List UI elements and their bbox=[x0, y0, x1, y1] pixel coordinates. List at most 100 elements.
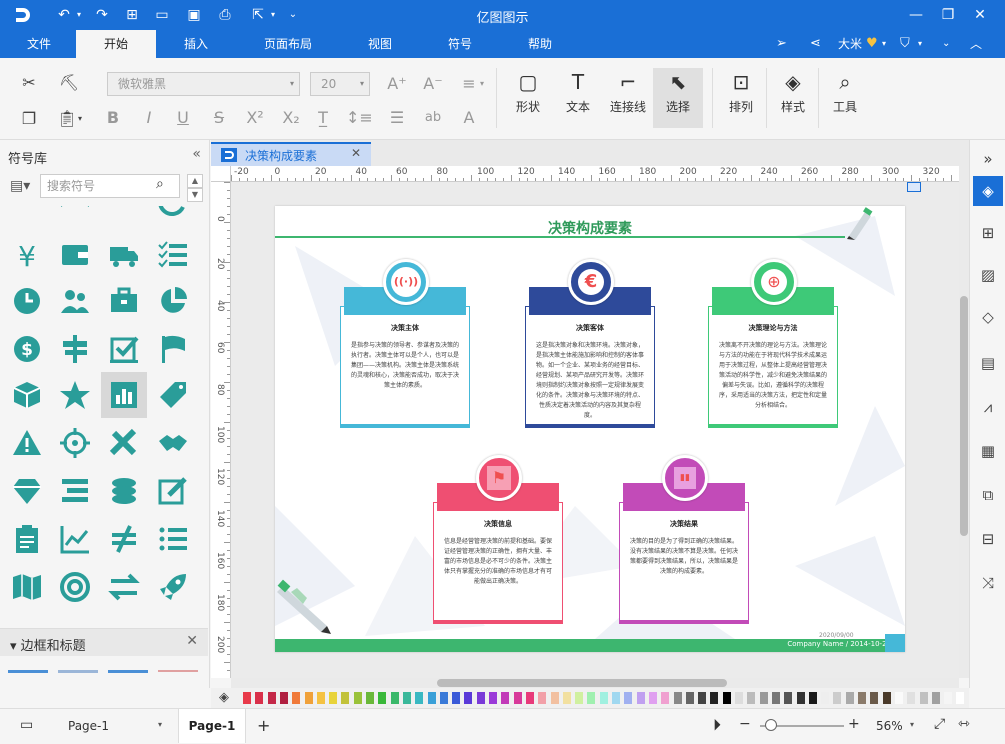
wallet-icon[interactable] bbox=[52, 232, 98, 278]
list-icon[interactable] bbox=[150, 516, 196, 562]
tab-symbol[interactable]: 符号 bbox=[436, 30, 484, 58]
shuffle-icon[interactable]: ⤨ bbox=[973, 568, 1003, 598]
color-swatch[interactable] bbox=[378, 692, 387, 704]
handshake-deal-icon[interactable] bbox=[150, 420, 196, 466]
color-swatch[interactable] bbox=[821, 692, 830, 704]
skin-icon[interactable]: ⛉ bbox=[900, 34, 910, 54]
card-2[interactable]: € 决策客体 这是指决策对象和决策环境。决策对象，是指决策主体能施加影响和控制的客体… bbox=[525, 259, 655, 428]
tab-file[interactable]: 文件 bbox=[14, 30, 64, 58]
card-4[interactable]: ⚑ 决策信息 信息是经营管理决策的前提和基础。要保证经营管理决策的正确性，拥有大量、… bbox=[433, 455, 563, 624]
page-select-dropdown-icon[interactable]: ▾ bbox=[158, 720, 162, 729]
redo-icon[interactable]: ↷ bbox=[92, 6, 112, 24]
play-icon[interactable]: ⏵ bbox=[713, 715, 721, 735]
border-preview[interactable] bbox=[158, 670, 198, 672]
color-swatch[interactable] bbox=[870, 692, 879, 704]
color-swatch[interactable] bbox=[513, 692, 522, 704]
font-size-select[interactable]: 20 ▾ bbox=[310, 72, 370, 96]
export-dropdown-icon[interactable]: ▾ bbox=[268, 6, 278, 24]
truck-icon[interactable] bbox=[101, 232, 147, 278]
card-3[interactable]: ⊕ 决策理论与方法 决策离不开决策的理论与方法。决策理论与方法的功能在于将现代科学技… bbox=[708, 259, 838, 428]
theme-grid-icon[interactable]: ⊞ bbox=[973, 218, 1003, 248]
undo-icon[interactable]: ↶ bbox=[54, 6, 74, 24]
color-swatch[interactable] bbox=[808, 692, 817, 704]
close-section-icon[interactable]: ✕ bbox=[186, 633, 198, 649]
color-swatch[interactable] bbox=[562, 692, 571, 704]
page-tab[interactable]: Page-1 bbox=[178, 709, 246, 743]
color-swatch[interactable] bbox=[329, 692, 338, 704]
open-folder-icon[interactable]: ▭ bbox=[152, 6, 172, 24]
subscript-icon[interactable]: X₂ bbox=[278, 105, 304, 131]
color-swatch[interactable] bbox=[587, 692, 596, 704]
checklist-icon[interactable] bbox=[150, 232, 196, 278]
coins-icon[interactable] bbox=[101, 468, 147, 514]
border-preview[interactable] bbox=[58, 670, 98, 673]
zoom-out-icon[interactable]: − bbox=[739, 716, 751, 732]
not-equal-icon[interactable] bbox=[101, 516, 147, 562]
library-scroll-down-icon[interactable]: ▼ bbox=[187, 188, 203, 202]
new-file-icon[interactable]: ⊞ bbox=[122, 6, 142, 24]
color-swatch[interactable] bbox=[501, 692, 510, 704]
settings-dropdown-icon[interactable]: ⌄ bbox=[942, 34, 950, 54]
color-swatch[interactable] bbox=[722, 692, 731, 704]
horizontal-scrollbar[interactable] bbox=[231, 678, 959, 688]
warning-icon[interactable] bbox=[4, 420, 50, 466]
undo-dropdown-icon[interactable]: ▾ bbox=[74, 6, 84, 24]
clock-icon[interactable] bbox=[4, 278, 50, 324]
dollar-icon[interactable]: $ bbox=[4, 326, 50, 372]
vertical-scroll-thumb[interactable] bbox=[960, 296, 968, 536]
tab-page-layout[interactable]: 页面布局 bbox=[254, 30, 322, 58]
color-swatch[interactable] bbox=[452, 692, 461, 704]
tag-icon[interactable] bbox=[150, 372, 196, 418]
tools-icon[interactable] bbox=[101, 420, 147, 466]
card-5[interactable]: ▮▮ 决策结果 决策的目的是为了得到正确的决策结果。没有决策结果的决策不算是决策。任… bbox=[619, 455, 749, 624]
align-icon[interactable] bbox=[52, 468, 98, 514]
fill-style-icon[interactable]: ◈ bbox=[973, 176, 1003, 206]
connector-button[interactable]: ⌐ 连接线 bbox=[603, 68, 653, 128]
page-view-icon[interactable]: ▭ bbox=[20, 717, 33, 733]
tab-help[interactable]: 帮助 bbox=[516, 30, 564, 58]
user-dropdown-icon[interactable]: ▾ bbox=[882, 34, 886, 54]
tab-insert[interactable]: 插入 bbox=[170, 30, 222, 58]
zoom-slider-knob[interactable] bbox=[765, 719, 777, 731]
cut-icon[interactable]: ✂ bbox=[16, 70, 42, 96]
shape-button[interactable]: ▢ 形状 bbox=[503, 68, 553, 128]
color-swatch[interactable] bbox=[845, 692, 854, 704]
collapse-ribbon-icon[interactable]: ︿ bbox=[970, 34, 982, 54]
strikethrough-icon[interactable]: S bbox=[206, 105, 232, 131]
color-swatch[interactable] bbox=[833, 692, 842, 704]
page-select[interactable]: Page-1 bbox=[68, 719, 109, 733]
color-swatch[interactable] bbox=[784, 692, 793, 704]
text-case-icon[interactable]: ab bbox=[420, 105, 446, 131]
color-swatch[interactable] bbox=[796, 692, 805, 704]
zoom-dropdown-icon[interactable]: ▾ bbox=[910, 720, 914, 729]
expand-sidebar-icon[interactable]: » bbox=[973, 144, 1003, 174]
drawing-canvas[interactable]: 决策构成要素 ((·)) 决策主体 是指参与决策的领导者、参谋者及决策的执行者。决策… bbox=[231, 182, 959, 678]
fill-color-icon[interactable]: ◈ bbox=[219, 690, 229, 705]
color-swatch[interactable] bbox=[673, 692, 682, 704]
color-swatch[interactable] bbox=[255, 692, 264, 704]
color-swatch[interactable] bbox=[956, 692, 965, 704]
close-tab-icon[interactable]: ✕ bbox=[351, 146, 361, 160]
document-tab[interactable]: 决策构成要素 ✕ bbox=[211, 142, 371, 166]
color-swatch[interactable] bbox=[685, 692, 694, 704]
export-icon[interactable]: ⇱ bbox=[248, 6, 268, 24]
color-swatch[interactable] bbox=[858, 692, 866, 704]
color-swatch[interactable] bbox=[316, 692, 325, 704]
border-preview[interactable] bbox=[108, 670, 148, 673]
color-swatch[interactable] bbox=[612, 692, 620, 704]
style-button[interactable]: ◈ 样式 bbox=[768, 68, 818, 128]
color-swatch[interactable] bbox=[931, 692, 940, 704]
color-swatch[interactable] bbox=[243, 692, 251, 704]
briefcase-icon[interactable] bbox=[101, 278, 147, 324]
image-icon[interactable]: ▨ bbox=[973, 260, 1003, 290]
color-swatch[interactable] bbox=[710, 692, 719, 704]
color-swatch[interactable] bbox=[759, 692, 768, 704]
close-icon[interactable]: ✕ bbox=[970, 5, 990, 25]
circle-target-icon[interactable] bbox=[52, 564, 98, 610]
copy-icon[interactable]: ❐ bbox=[16, 106, 42, 132]
color-swatch[interactable] bbox=[279, 692, 288, 704]
color-swatch[interactable] bbox=[489, 692, 497, 704]
format-icon[interactable]: ⊟ bbox=[973, 524, 1003, 554]
table-icon[interactable] bbox=[101, 206, 147, 232]
library-menu-icon[interactable]: ▤▾ bbox=[10, 178, 30, 194]
